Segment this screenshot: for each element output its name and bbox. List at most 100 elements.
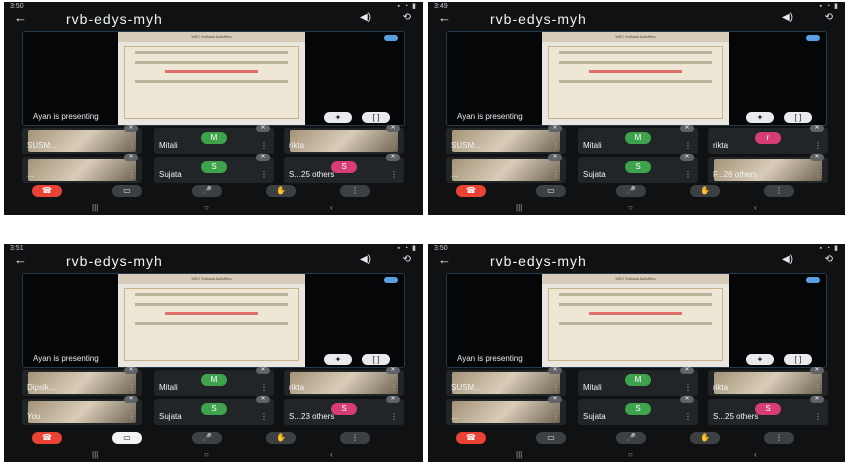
fullscreen-icon[interactable]: [ ] — [784, 354, 812, 365]
more-icon[interactable]: ⋮ — [260, 141, 268, 150]
more-icon[interactable]: ⋮ — [814, 383, 822, 392]
back-nav-icon[interactable]: ‹ — [330, 450, 333, 459]
more-icon[interactable]: ⋮ — [552, 383, 560, 392]
speaker-icon[interactable]: ◀) — [360, 254, 371, 265]
end-call-button[interactable]: ☎ — [456, 432, 486, 444]
mic-toggle-button[interactable]: 🎤 — [616, 185, 646, 197]
more-icon[interactable]: ⋮ — [552, 170, 560, 179]
participant-tile[interactable]: S ✕ S...23 others ⋮ — [284, 396, 404, 425]
recent-apps-icon[interactable]: ||| — [92, 203, 98, 212]
presentation-stage[interactable]: MEC Kolkata Activities Ayan is presentin… — [22, 31, 405, 126]
fullscreen-icon[interactable]: [ ] — [362, 354, 390, 365]
call-title[interactable]: rvb-edys-myh — [490, 11, 587, 27]
more-icon[interactable]: ⋮ — [814, 170, 822, 179]
participant-tile[interactable]: ✕ Dipsik... ⋮ — [22, 367, 142, 396]
pin-icon[interactable]: ✦ — [746, 354, 774, 365]
more-icon[interactable]: ⋮ — [390, 412, 398, 421]
more-icon[interactable]: ⋮ — [814, 412, 822, 421]
participant-tile[interactable]: ✕ SUSM... ⋮ — [22, 125, 142, 154]
back-nav-icon[interactable]: ‹ — [330, 203, 333, 212]
more-icon[interactable]: ⋮ — [128, 412, 136, 421]
end-call-button[interactable]: ☎ — [32, 432, 62, 444]
more-icon[interactable]: ⋮ — [684, 170, 692, 179]
call-title[interactable]: rvb-edys-myh — [66, 11, 163, 27]
more-options-button[interactable]: ⋮ — [764, 185, 794, 197]
pin-icon[interactable]: ✦ — [324, 354, 352, 365]
more-icon[interactable]: ⋮ — [390, 141, 398, 150]
participant-tile[interactable]: S ✕ Sujata ⋮ — [154, 154, 274, 183]
call-title[interactable]: rvb-edys-myh — [490, 253, 587, 269]
participant-tile[interactable]: M ✕ Mitali ⋮ — [154, 125, 274, 154]
recent-apps-icon[interactable]: ||| — [92, 450, 98, 459]
video-toggle-button[interactable]: ▭ — [536, 432, 566, 444]
arrow-left-icon[interactable]: ← — [14, 252, 27, 267]
home-icon[interactable]: ○ — [204, 203, 209, 212]
participant-tile[interactable]: ✕ rikta ⋮ — [708, 367, 828, 396]
more-icon[interactable]: ⋮ — [128, 383, 136, 392]
raise-hand-button[interactable]: ✋ — [690, 432, 720, 444]
fullscreen-icon[interactable]: [ ] — [362, 112, 390, 123]
more-icon[interactable]: ⋮ — [128, 170, 136, 179]
participant-tile[interactable]: M ✕ Mitali ⋮ — [578, 367, 698, 396]
presentation-stage[interactable]: MEC Kolkata Activities Ayan is presentin… — [22, 273, 405, 368]
end-call-button[interactable]: ☎ — [32, 185, 62, 197]
home-icon[interactable]: ○ — [628, 203, 633, 212]
more-options-button[interactable]: ⋮ — [764, 432, 794, 444]
call-title[interactable]: rvb-edys-myh — [66, 253, 163, 269]
pin-icon[interactable]: ✦ — [324, 112, 352, 123]
video-toggle-button[interactable]: ▭ — [536, 185, 566, 197]
more-icon[interactable]: ⋮ — [260, 412, 268, 421]
more-icon[interactable]: ⋮ — [684, 412, 692, 421]
end-call-button[interactable]: ☎ — [456, 185, 486, 197]
arrow-left-icon[interactable]: ← — [14, 10, 27, 25]
recent-apps-icon[interactable]: ||| — [516, 450, 522, 459]
participant-tile[interactable]: M ✕ Mitali ⋮ — [578, 125, 698, 154]
more-icon[interactable]: ⋮ — [260, 383, 268, 392]
participant-tile[interactable]: ✕ rikta ⋮ — [284, 125, 404, 154]
more-icon[interactable]: ⋮ — [128, 141, 136, 150]
more-options-button[interactable]: ⋮ — [340, 432, 370, 444]
participant-tile[interactable]: ✕... ⋮ — [446, 154, 566, 183]
more-options-button[interactable]: ⋮ — [340, 185, 370, 197]
more-icon[interactable]: ⋮ — [260, 170, 268, 179]
mic-toggle-button[interactable]: 🎤 — [192, 432, 222, 444]
speaker-icon[interactable]: ◀) — [782, 12, 793, 23]
participant-tile[interactable]: S ✕ S...25 others ⋮ — [708, 396, 828, 425]
more-icon[interactable]: ⋮ — [684, 383, 692, 392]
speaker-icon[interactable]: ◀) — [360, 12, 371, 23]
fullscreen-icon[interactable]: [ ] — [784, 112, 812, 123]
participant-tile[interactable]: ✕ F...26 others ⋮ — [708, 154, 828, 183]
more-icon[interactable]: ⋮ — [684, 141, 692, 150]
participant-tile[interactable]: r ✕ rikta ⋮ — [708, 125, 828, 154]
arrow-left-icon[interactable]: ← — [438, 10, 451, 25]
raise-hand-button[interactable]: ✋ — [266, 432, 296, 444]
participant-tile[interactable]: ✕... ⋮ — [446, 396, 566, 425]
camera-switch-icon[interactable]: ⟲ — [825, 254, 833, 265]
video-toggle-button[interactable]: ▭ — [112, 432, 142, 444]
participant-tile[interactable]: S ✕ Sujata ⋮ — [154, 396, 274, 425]
participant-tile[interactable]: ✕ SUSM... ⋮ — [446, 367, 566, 396]
raise-hand-button[interactable]: ✋ — [266, 185, 296, 197]
pin-icon[interactable]: ✦ — [746, 112, 774, 123]
participant-tile[interactable]: S ✕ S...25 others ⋮ — [284, 154, 404, 183]
mic-toggle-button[interactable]: 🎤 — [192, 185, 222, 197]
more-icon[interactable]: ⋮ — [552, 141, 560, 150]
participant-tile[interactable]: S ✕ Sujata ⋮ — [578, 396, 698, 425]
participant-tile[interactable]: ✕ You ⋮ — [22, 396, 142, 425]
participant-tile[interactable]: ✕ rikta ⋮ — [284, 367, 404, 396]
participant-tile[interactable]: M ✕ Mitali ⋮ — [154, 367, 274, 396]
participant-tile[interactable]: ✕ SUSM... ⋮ — [446, 125, 566, 154]
presentation-stage[interactable]: MEC Kolkata Activities Ayan is presentin… — [446, 273, 827, 368]
more-icon[interactable]: ⋮ — [814, 141, 822, 150]
raise-hand-button[interactable]: ✋ — [690, 185, 720, 197]
video-toggle-button[interactable]: ▭ — [112, 185, 142, 197]
back-nav-icon[interactable]: ‹ — [754, 450, 757, 459]
camera-switch-icon[interactable]: ⟲ — [403, 12, 411, 23]
participant-tile[interactable]: S ✕ Sujata ⋮ — [578, 154, 698, 183]
camera-switch-icon[interactable]: ⟲ — [403, 254, 411, 265]
back-nav-icon[interactable]: ‹ — [754, 203, 757, 212]
presentation-stage[interactable]: MEC Kolkata Activities Ayan is presentin… — [446, 31, 827, 126]
speaker-icon[interactable]: ◀) — [782, 254, 793, 265]
camera-switch-icon[interactable]: ⟲ — [825, 12, 833, 23]
mic-toggle-button[interactable]: 🎤 — [616, 432, 646, 444]
